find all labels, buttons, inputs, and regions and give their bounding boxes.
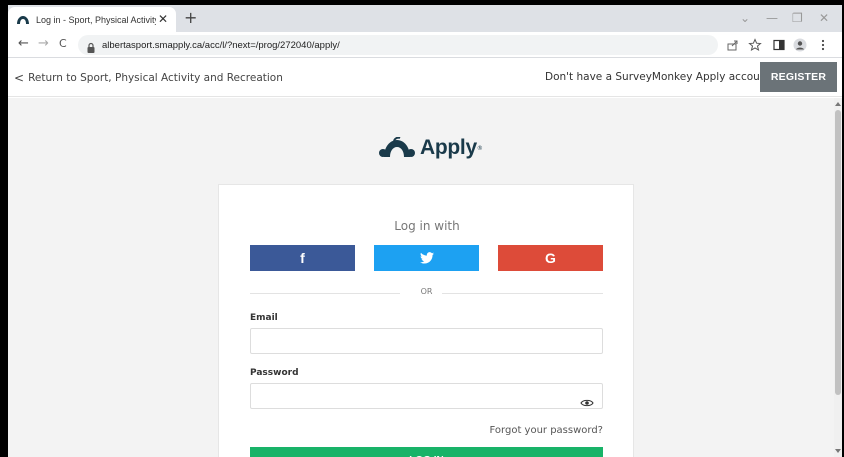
browser-tab[interactable]: Log in - Sport, Physical Activity a ✕ xyxy=(8,7,176,32)
no-account-text: Don't have a SurveyMonkey Apply account? xyxy=(545,71,777,83)
url-text: albertasport.smapply.ca/acc/l/?next=/pro… xyxy=(102,39,340,51)
reload-icon[interactable]: C xyxy=(59,36,67,52)
or-divider: OR xyxy=(250,287,603,299)
facebook-icon: f xyxy=(300,250,305,266)
restore-icon[interactable]: ❐ xyxy=(792,10,803,26)
log-in-button[interactable]: LOG IN xyxy=(250,447,603,457)
facebook-login-button[interactable]: f xyxy=(250,245,355,271)
surveymonkey-logo-icon xyxy=(379,137,415,157)
side-panel-icon[interactable] xyxy=(772,37,786,51)
app-header: < Return to Sport, Physical Activity and… xyxy=(8,58,842,97)
chevron-left-icon: < xyxy=(14,71,25,85)
kebab-menu-icon[interactable] xyxy=(816,37,830,51)
or-text: OR xyxy=(420,287,433,296)
google-icon: G xyxy=(545,250,556,266)
share-icon[interactable] xyxy=(726,37,740,51)
tab-strip: Log in - Sport, Physical Activity a ✕ + … xyxy=(8,5,842,32)
return-link-label: Return to Sport, Physical Activity and R… xyxy=(28,72,283,84)
twitter-bird-icon xyxy=(419,252,434,264)
forward-arrow-icon[interactable]: → xyxy=(38,36,49,52)
twitter-login-button[interactable] xyxy=(374,245,479,271)
return-link[interactable]: < Return to Sport, Physical Activity and… xyxy=(14,71,283,85)
profile-icon[interactable] xyxy=(793,37,807,52)
password-field[interactable] xyxy=(250,383,603,409)
page-content: Apply ® Log in with f G OR Email Passwor… xyxy=(8,98,834,457)
email-field[interactable] xyxy=(250,328,603,354)
scroll-up-arrow-icon[interactable] xyxy=(835,101,841,107)
eye-icon[interactable] xyxy=(580,393,594,407)
apply-logo: Apply ® xyxy=(378,136,483,160)
login-card: Log in with f G OR Email Password Forgot… xyxy=(218,184,634,457)
tab-title: Log in - Sport, Physical Activity a xyxy=(36,14,156,25)
email-label: Email xyxy=(250,313,278,323)
surveymonkey-logo-icon xyxy=(16,15,30,25)
new-tab-button[interactable]: + xyxy=(184,10,197,26)
star-icon[interactable] xyxy=(748,37,762,52)
password-label: Password xyxy=(250,368,299,378)
tab-search-icon[interactable]: ⌄ xyxy=(740,10,750,26)
register-button[interactable]: REGISTER xyxy=(760,62,837,92)
browser-toolbar: ← → C albertasport.smapply.ca/acc/l/?nex… xyxy=(8,32,842,58)
window-close-icon[interactable]: ✕ xyxy=(819,10,829,26)
browser-window: Log in - Sport, Physical Activity a ✕ + … xyxy=(8,5,842,457)
lock-icon xyxy=(86,39,96,53)
minimize-icon[interactable]: — xyxy=(766,10,778,26)
google-login-button[interactable]: G xyxy=(498,245,603,271)
scrollbar-thumb[interactable] xyxy=(835,110,841,395)
tab-close-icon[interactable]: ✕ xyxy=(158,11,168,27)
forgot-password-link[interactable]: Forgot your password? xyxy=(219,425,603,436)
back-arrow-icon[interactable]: ← xyxy=(18,36,29,52)
scrollbar[interactable] xyxy=(834,98,842,457)
logo-text: Apply xyxy=(420,136,477,159)
address-bar[interactable]: albertasport.smapply.ca/acc/l/?next=/pro… xyxy=(78,35,718,55)
scroll-down-arrow-icon[interactable] xyxy=(835,448,841,454)
logo-trademark: ® xyxy=(476,144,483,152)
log-in-with-heading: Log in with xyxy=(394,219,460,233)
